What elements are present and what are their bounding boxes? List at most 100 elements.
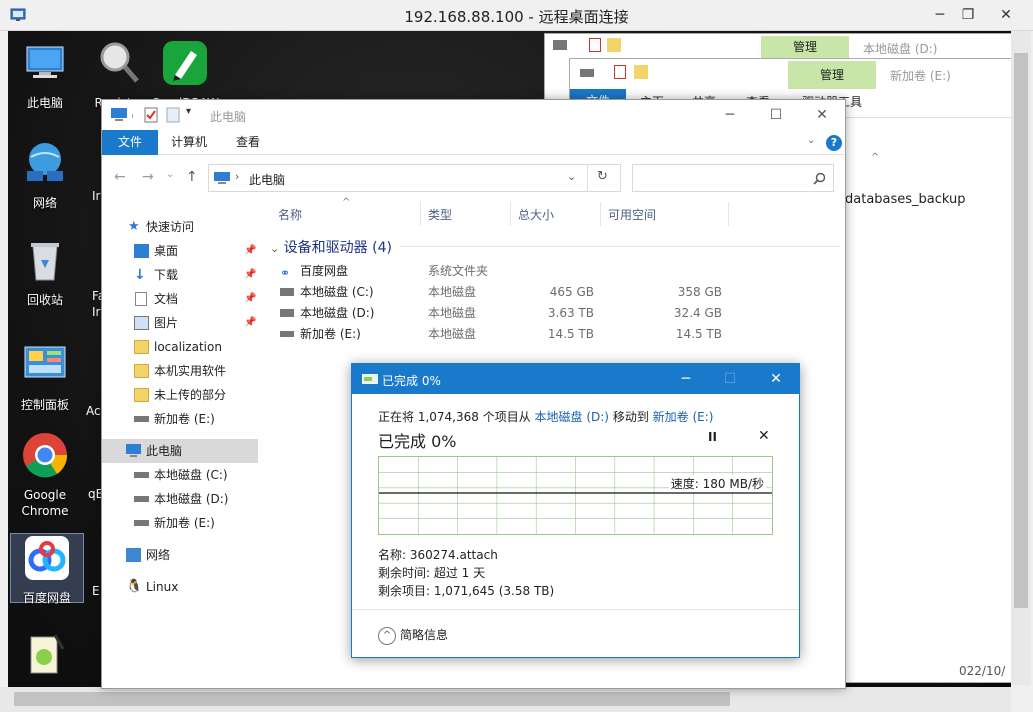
list-item-drive-c[interactable]: 本地磁盘 (C:) 本地磁盘 465 GB 358 GB <box>278 282 748 302</box>
drive-icon <box>280 309 294 317</box>
breadcrumb-this-pc[interactable]: 此电脑 <box>249 171 285 188</box>
vertical-scroll-thumb[interactable] <box>1014 53 1028 608</box>
maximize-button[interactable]: ❐ <box>956 4 980 26</box>
drive-icon <box>580 69 594 77</box>
windows-drive-icon <box>134 472 149 478</box>
refresh-icon[interactable]: ↻ <box>597 169 608 184</box>
nav-item-not-uploaded[interactable]: 未上传的部分 <box>102 383 258 407</box>
chevron-up-icon: ^ <box>378 626 396 645</box>
network-icon <box>126 548 141 562</box>
desktop-icon-label: 此电脑 <box>26 96 63 110</box>
nav-item-utility-software[interactable]: 本机实用软件 <box>102 359 258 383</box>
column-header-total-size[interactable]: 总大小 <box>518 206 554 224</box>
sort-arrow-icon: ^ <box>342 197 351 208</box>
drive-type: 系统文件夹 <box>428 264 489 278</box>
minimize-button[interactable]: ─ <box>928 4 952 26</box>
drive-total: 465 GB <box>549 285 594 299</box>
pin-icon[interactable]: 📌 <box>244 263 256 287</box>
desktop-icon-baidu-netdisk[interactable]: 百度网盘 <box>10 533 84 605</box>
nav-item-downloads[interactable]: ↓ 下载 📌 <box>102 263 258 287</box>
desktop-icon-recycle-bin[interactable]: 回收站 <box>8 236 82 308</box>
nav-item-localization[interactable]: localization <box>102 335 258 359</box>
folder-icon <box>634 65 648 79</box>
nav-label: 图片 <box>154 316 179 330</box>
description-text: 移动到 <box>609 410 653 424</box>
search-icon[interactable] <box>813 172 826 185</box>
column-header-free-space[interactable]: 可用空间 <box>608 206 656 224</box>
back-arrow-icon[interactable]: ← <box>114 169 126 185</box>
address-dropdown-chevron-icon[interactable]: ⌄ <box>567 170 576 183</box>
nav-pc-drive-d[interactable]: 本地磁盘 (D:) <box>102 487 258 511</box>
source-link[interactable]: 本地磁盘 (D:) <box>535 410 609 424</box>
destination-link[interactable]: 新加卷 (E:) <box>653 410 714 424</box>
desktop-icon-this-pc[interactable]: 此电脑 <box>8 39 82 111</box>
rdp-frame <box>0 31 8 687</box>
quick-access-dropdown-icon[interactable]: ▾ <box>186 106 191 117</box>
pin-icon[interactable]: 📌 <box>244 311 256 335</box>
desktop-icon-notepad[interactable] <box>8 631 82 687</box>
properties-icon[interactable] <box>144 107 158 123</box>
notepad-icon <box>30 634 65 674</box>
nav-item-desktop[interactable]: 桌面 📌 <box>102 239 258 263</box>
close-button[interactable]: ✕ <box>802 104 842 126</box>
list-item-drive-d[interactable]: 本地磁盘 (D:) 本地磁盘 3.63 TB 32.4 GB <box>278 303 748 323</box>
windows-drive-icon <box>280 288 294 296</box>
column-header-name[interactable]: 名称 <box>278 206 302 224</box>
maximize-button[interactable]: ☐ <box>756 104 796 126</box>
tab-view[interactable]: 查看 <box>236 130 260 155</box>
nav-label: 本机实用软件 <box>154 364 227 378</box>
minimize-button[interactable]: ─ <box>710 104 750 126</box>
nav-item-pictures[interactable]: 图片 📌 <box>102 311 258 335</box>
nav-pc-drive-c[interactable]: 本地磁盘 (C:) <box>102 463 258 487</box>
nav-this-pc[interactable]: 此电脑 <box>102 439 258 463</box>
desktop-icon <box>134 244 149 258</box>
nav-item-documents[interactable]: 文档 📌 <box>102 287 258 311</box>
horizontal-scroll-thumb[interactable] <box>14 692 730 706</box>
nav-label: 下载 <box>154 268 179 282</box>
cancel-icon[interactable]: ✕ <box>758 428 770 444</box>
nav-network[interactable]: 网络 <box>102 543 258 567</box>
address-bar[interactable]: › 此电脑 ⌄ ↻ <box>208 164 621 192</box>
pin-icon[interactable]: 📌 <box>244 287 256 311</box>
vertical-scrollbar[interactable] <box>1011 31 1031 685</box>
tab-manage[interactable]: 管理 <box>761 36 849 58</box>
nav-pc-volume-e[interactable]: 新加卷 (E:) <box>102 511 258 535</box>
properties-icon <box>589 38 601 52</box>
desktop-icon-google-chrome[interactable]: Google Chrome <box>8 431 82 519</box>
file-item[interactable]: databases_backup <box>845 192 966 207</box>
desktop-partial-label: Ir <box>92 189 101 203</box>
nav-label: 快速访问 <box>146 220 195 234</box>
nav-item-volume-e-quick[interactable]: 新加卷 (E:) <box>102 407 258 431</box>
nav-label: 新加卷 (E:) <box>154 412 215 426</box>
recent-locations-chevron-icon[interactable]: ⌄ <box>166 169 174 180</box>
list-item-baidu-netdisk[interactable]: ⚭ 百度网盘 系统文件夹 <box>278 261 748 281</box>
ribbon-expand-icon[interactable]: ⌄ <box>807 135 815 146</box>
help-icon[interactable]: ? <box>826 135 842 151</box>
forward-arrow-icon[interactable]: → <box>142 169 154 185</box>
nav-quick-access[interactable]: ★ 快速访问 <box>102 215 258 239</box>
nav-linux[interactable]: 🐧 Linux <box>102 575 258 599</box>
minimize-button[interactable]: ─ <box>666 368 706 390</box>
close-button[interactable]: ✕ <box>756 368 796 390</box>
pause-icon[interactable]: II <box>708 430 717 444</box>
up-arrow-icon[interactable]: ↑ <box>186 169 198 185</box>
less-details-button[interactable]: ^ 简略信息 <box>378 626 448 645</box>
items-remaining: 剩余项目: 1,071,645 (3.58 TB) <box>378 584 555 598</box>
file-operation-progress-dialog[interactable]: 已完成 0% ─ ☐ ✕ 正在将 1,074,368 个项目从 本地磁盘 (D:… <box>351 363 800 658</box>
desktop-icon-control-panel[interactable]: 控制面板 <box>8 341 82 413</box>
ribbon-tabs: 文件 计算机 查看 ⌄ ? <box>102 130 845 155</box>
search-input[interactable] <box>632 164 834 192</box>
breadcrumb-separator-icon[interactable]: › <box>235 170 239 183</box>
horizontal-scrollbar[interactable] <box>0 687 1011 712</box>
tab-computer[interactable]: 计算机 <box>171 130 207 155</box>
group-header-devices-drives[interactable]: ⌄ 设备和驱动器 (4) <box>270 237 392 257</box>
close-button[interactable]: ✕ <box>994 4 1018 26</box>
pin-icon[interactable]: 📌 <box>244 239 256 263</box>
tab-file[interactable]: 文件 <box>102 130 158 155</box>
desktop-icon-network[interactable]: 网络 <box>8 139 82 211</box>
column-header-type[interactable]: 类型 <box>428 206 452 224</box>
new-folder-icon[interactable] <box>166 107 180 123</box>
tab-manage[interactable]: 管理 <box>788 61 876 89</box>
nav-label: 桌面 <box>154 244 179 258</box>
list-item-volume-e[interactable]: 新加卷 (E:) 本地磁盘 14.5 TB 14.5 TB <box>278 324 748 344</box>
